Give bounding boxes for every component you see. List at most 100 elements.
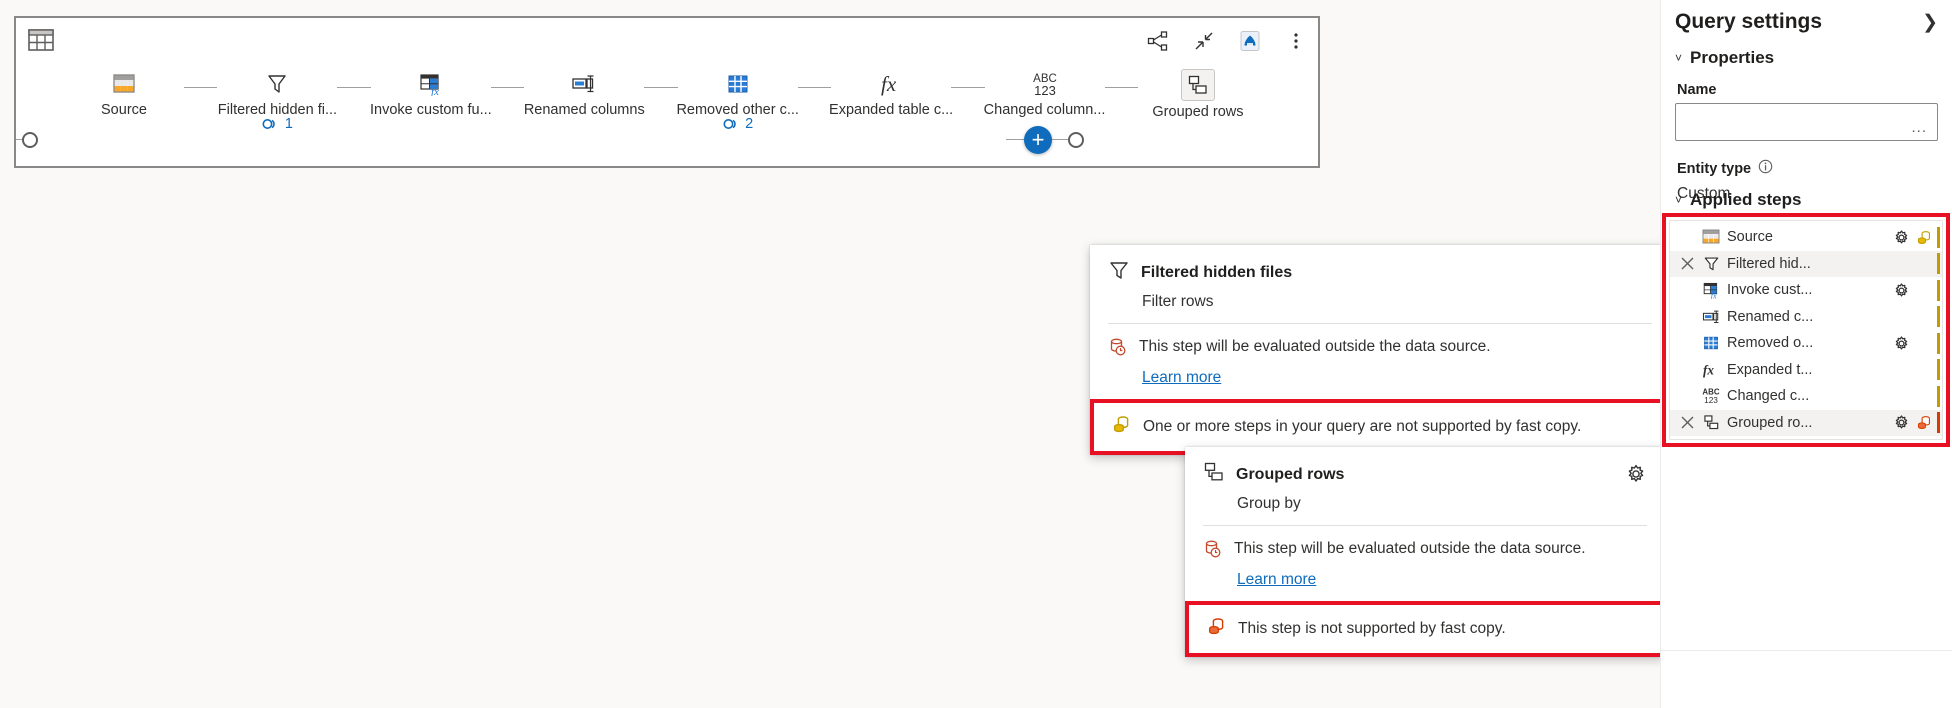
svg-text:fx: fx [881,72,897,96]
svg-text:fx: fx [1710,292,1716,300]
fast-copy-status-bar [1937,306,1940,327]
abc123-icon: ABC 123 [1698,385,1724,407]
applied-step-expanded-table-column[interactable]: fx Expanded t... [1670,357,1942,384]
learn-more-link[interactable]: Learn more [1237,571,1316,589]
gear-icon[interactable] [1889,229,1913,246]
tooltip-body: This step will be evaluated outside the … [1185,526,1665,601]
fast-copy-status-bar [1937,253,1940,274]
diagram-step-source[interactable]: Source [64,70,184,118]
applied-step-removed-other-columns[interactable]: Removed o... [1670,330,1942,357]
fast-copy-status-bar [1937,412,1940,433]
tooltip-subtitle: Group by [1237,495,1647,513]
name-input-ellipsis: ... [1911,119,1927,136]
diagram-step-label: Expanded table c... [829,102,953,118]
diagram-step-changed-column-type[interactable]: ABC 123 Changed column... [985,70,1105,118]
applied-step-invoke-custom-function[interactable]: fx Invoke cust... [1670,277,1942,304]
tooltip-title: Filtered hidden files [1141,264,1292,282]
share-icon[interactable] [1146,29,1170,53]
applied-steps-section-header[interactable]: ˅ Applied steps [1661,180,1815,214]
fast-copy-error-icon [1913,414,1935,431]
diagram-step-label: Changed column... [984,102,1106,118]
diagram-step-removed-other-columns[interactable]: Removed other c... 2 [678,70,798,118]
diagram-step-expanded-table-column[interactable]: fx Expanded table c... [831,70,951,118]
step-link-count: 1 [285,116,293,132]
link-chain-icon [262,116,280,132]
diagram-steps: Source Filtered hidden fi... 1 [64,70,1258,116]
applied-step-label: Source [1724,229,1889,245]
diagram-step-renamed-columns[interactable]: Renamed columns [524,70,644,118]
chevron-down-icon: ˅ [1675,193,1682,207]
abc123-icon: ABC 123 [1027,70,1063,98]
step-connector [798,87,831,88]
diagram-view: Source Filtered hidden fi... 1 [14,16,1320,168]
fast-copy-status-bar [1937,386,1940,407]
fast-copy-warning-icon [1913,229,1935,246]
learn-more-link[interactable]: Learn more [1142,369,1221,387]
applied-step-filtered-hidden-files[interactable]: Filtered hid... [1670,251,1942,278]
applied-step-label: Filtered hid... [1724,256,1889,272]
tooltip-fast-copy-error: This step is not supported by fast copy. [1185,601,1665,657]
fast-copy-status-bar [1937,333,1940,354]
group-by-icon [1698,414,1724,431]
name-field-label: Name [1661,72,1952,103]
source-table-icon [1698,229,1724,245]
query-settings-header: Query settings ❯ [1661,0,1952,38]
svg-text:fx: fx [431,86,439,96]
diagram-step-label: Invoke custom fu... [370,102,492,118]
tooltip-warning-text: One or more steps in your query are not … [1143,418,1581,436]
step-connector [337,87,370,88]
query-output-endpoint[interactable] [1068,132,1084,148]
rename-columns-icon [566,70,602,98]
gear-icon[interactable] [1889,335,1913,352]
evaluated-outside-icon [1108,337,1128,362]
step-connector [951,87,984,88]
step-connector [1105,87,1138,88]
chevron-right-icon[interactable]: ❯ [1922,13,1938,32]
filter-funnel-icon [1698,255,1724,272]
diagram-step-label: Renamed columns [524,102,645,118]
applied-step-label: Invoke cust... [1724,282,1889,298]
applied-step-label: Removed o... [1724,335,1889,351]
query-input-endpoint[interactable] [22,132,38,148]
delete-step-icon[interactable] [1676,256,1698,271]
fast-copy-status-bar [1937,280,1940,301]
invoke-function-icon: fx [1698,281,1724,299]
applied-step-changed-column-type[interactable]: ABC 123 Changed c... [1670,383,1942,410]
properties-section-header[interactable]: ˅ Properties [1661,38,1952,72]
applied-step-source[interactable]: Source [1670,224,1942,251]
step-connector [491,87,524,88]
applied-step-label: Expanded t... [1724,362,1889,378]
applied-step-grouped-rows[interactable]: Grouped ro... [1670,410,1942,437]
name-input[interactable]: ... [1675,103,1938,141]
applied-step-label: Renamed c... [1724,309,1889,325]
rename-columns-icon [1698,308,1724,326]
gear-icon[interactable] [1625,463,1647,490]
fx-icon: fx [873,70,909,98]
group-by-icon [1203,461,1225,488]
diagram-step-grouped-rows[interactable]: Grouped rows [1138,70,1258,120]
add-step-button[interactable]: + [1024,126,1052,154]
step-link-badge[interactable]: 2 [722,116,753,132]
gear-icon[interactable] [1889,282,1913,299]
link-chain-icon [722,116,740,132]
diagram-step-filtered-hidden-files[interactable]: Filtered hidden fi... 1 [217,70,337,118]
fx-icon: fx [1698,360,1724,379]
tooltip-subtitle: Filter rows [1142,293,1652,311]
properties-section-label: Properties [1690,48,1774,68]
diagram-step-label: Source [101,102,147,118]
filter-funnel-icon [1108,259,1130,286]
evaluated-outside-icon [1203,539,1223,564]
diagram-step-invoke-custom-function[interactable]: fx Invoke custom fu... [371,70,491,118]
tooltip-header: Filtered hidden files Filter rows [1090,245,1670,323]
delete-step-icon[interactable] [1676,415,1698,430]
step-link-badge[interactable]: 1 [262,116,293,132]
gear-icon[interactable] [1889,414,1913,431]
data-destination-icon[interactable] [1238,29,1262,53]
applied-step-renamed-columns[interactable]: Renamed c... [1670,304,1942,331]
applied-steps-highlight-box: Source [1662,213,1950,447]
info-icon[interactable] [1758,159,1773,179]
page-title: Query settings [1675,10,1822,34]
collapse-diagram-icon[interactable] [1192,29,1216,53]
fast-copy-warning-icon [1112,414,1132,439]
more-options-icon[interactable] [1284,29,1308,53]
